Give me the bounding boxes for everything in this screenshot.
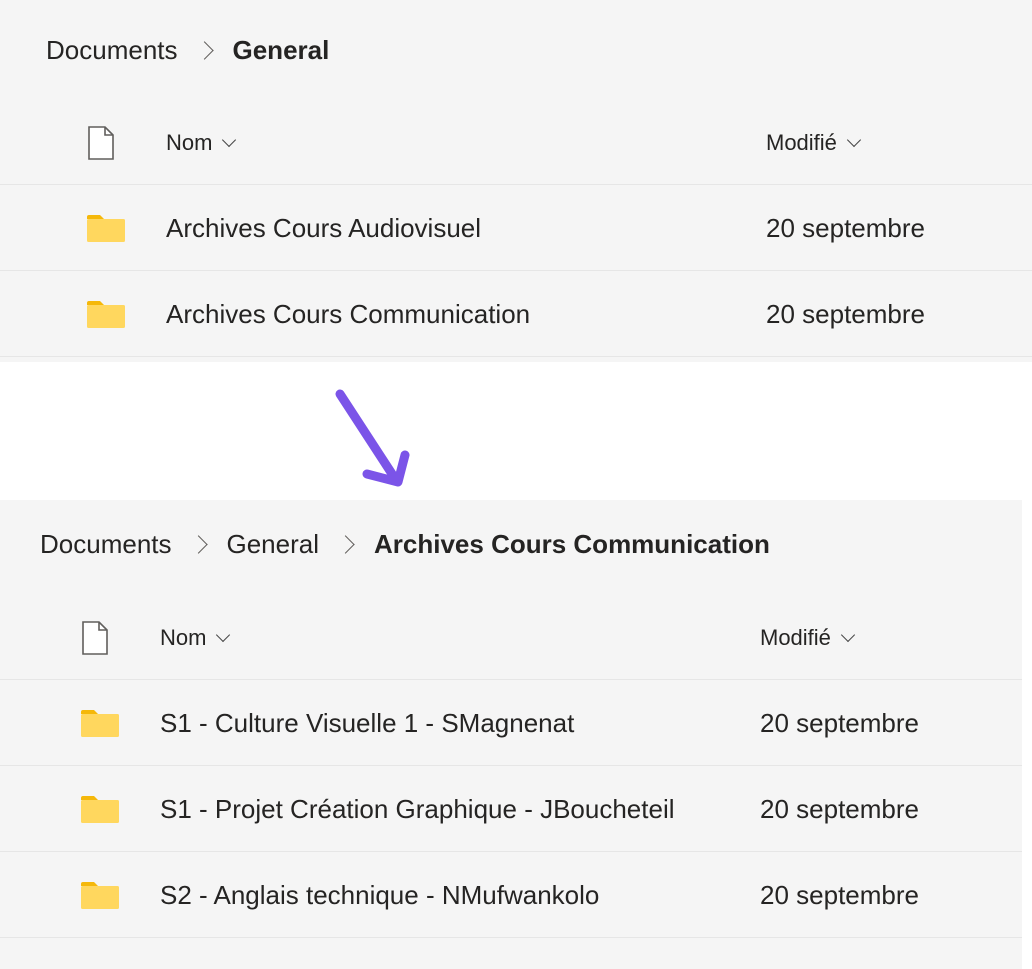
top-file-view: Documents General Nom Modifié Archives C… [0,0,1032,362]
folder-icon [81,796,119,823]
column-header-row: Nom Modifié [0,597,1022,680]
folder-modified: 20 septembre [760,879,919,910]
chevron-down-icon [216,627,231,643]
folder-icon [81,710,119,737]
column-header-modified-label: Modifié [766,130,837,155]
chevron-down-icon [846,132,861,148]
folder-name[interactable]: Archives Cours Communication [166,272,530,356]
folder-name[interactable]: S1 - Culture Visuelle 1 - SMagnenat [160,681,574,765]
folder-name[interactable]: Archives Cours Audiovisuel [166,186,481,270]
column-header-name-label: Nom [166,130,213,155]
chevron-down-icon [222,132,237,148]
folder-row[interactable]: Archives Cours Audiovisuel 20 septembre [0,186,1032,271]
breadcrumb: Documents General Archives Cours Communi… [40,522,770,566]
column-header-modified-label: Modifié [760,625,831,650]
folder-row[interactable]: S1 - Projet Création Graphique - JBouche… [0,767,1022,852]
folder-icon [81,882,119,909]
chevron-right-icon [336,534,355,554]
folder-icon [87,215,125,242]
chevron-right-icon [188,534,208,554]
folder-icon [87,301,125,328]
breadcrumb-general[interactable]: General [227,529,320,560]
folder-row[interactable]: S1 - Culture Visuelle 1 - SMagnenat 20 s… [0,681,1022,766]
chevron-right-icon [194,40,214,60]
folder-modified: 20 septembre [760,707,919,738]
breadcrumb-documents[interactable]: Documents [40,529,172,560]
breadcrumb-general[interactable]: General [233,35,330,66]
document-icon[interactable] [86,126,116,160]
folder-row[interactable]: S2 - Anglais technique - NMufwankolo 20 … [0,853,1022,938]
folder-name[interactable]: S1 - Projet Création Graphique - JBouche… [160,767,675,851]
column-header-modified[interactable]: Modifié [760,597,855,679]
breadcrumb-archives-cours-communication[interactable]: Archives Cours Communication [374,529,770,560]
breadcrumb-documents[interactable]: Documents [46,35,178,66]
document-icon[interactable] [80,621,110,655]
column-header-modified[interactable]: Modifié [766,102,861,184]
column-header-row: Nom Modifié [0,102,1032,185]
column-header-name[interactable]: Nom [160,597,231,679]
column-header-name[interactable]: Nom [166,102,237,184]
column-header-name-label: Nom [160,625,207,650]
chevron-down-icon [840,627,855,643]
folder-name[interactable]: S2 - Anglais technique - NMufwankolo [160,853,599,937]
arrow-down-icon [335,389,410,487]
folder-modified: 20 septembre [766,298,925,329]
folder-row[interactable]: Archives Cours Communication 20 septembr… [0,272,1032,357]
breadcrumb: Documents General [46,28,329,72]
folder-modified: 20 septembre [760,793,919,824]
folder-modified: 20 septembre [766,212,925,243]
bottom-file-view: Documents General Archives Cours Communi… [0,500,1022,969]
